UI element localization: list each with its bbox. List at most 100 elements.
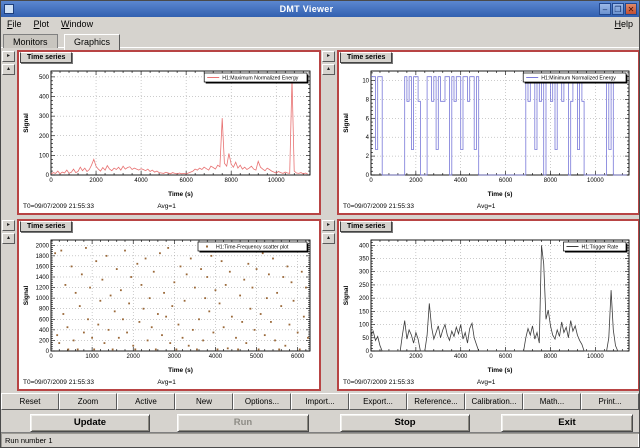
tab-monitors[interactable]: Monitors	[3, 34, 58, 48]
panel3-expand-up-icon[interactable]: ▴	[2, 233, 15, 244]
plot-panel-max-energy: Time series 0200040006000800010000010020…	[17, 50, 321, 215]
stop-button[interactable]: Stop	[340, 414, 470, 432]
math-button[interactable]: Math...	[523, 393, 581, 410]
new-button[interactable]: New	[175, 393, 233, 410]
active-button[interactable]: Active	[117, 393, 175, 410]
svg-text:H1:Minimum Normalized Energy: H1:Minimum Normalized Energy	[541, 76, 616, 82]
status-text: Run number 1	[5, 436, 53, 445]
options-button[interactable]: Options...	[233, 393, 291, 410]
svg-text:H1:Maximum Normalized Energy: H1:Maximum Normalized Energy	[222, 76, 299, 82]
panel3-t0: T0=09/07/2009 21:55:33	[23, 379, 94, 386]
svg-text:1800: 1800	[36, 254, 50, 260]
zoom-button[interactable]: Zoom	[59, 393, 117, 410]
plot-quadrant-3: ▸ ▴ Time series 010002000300040005000600…	[2, 219, 321, 391]
panel3-title-tab[interactable]: Time series	[20, 221, 72, 232]
panel1-title-tab[interactable]: Time series	[20, 52, 72, 63]
svg-text:4000: 4000	[209, 354, 223, 360]
svg-text:1000: 1000	[85, 354, 99, 360]
svg-text:H1:Time-Frequency scatter plot: H1:Time-Frequency scatter plot	[216, 245, 289, 251]
menu-plot[interactable]: Plot	[28, 19, 56, 29]
minimize-icon[interactable]: –	[599, 3, 611, 15]
svg-text:1000: 1000	[36, 296, 50, 302]
svg-text:2000: 2000	[409, 354, 423, 360]
svg-text:400: 400	[39, 328, 50, 334]
panel4-expand-right-icon[interactable]: ▸	[322, 220, 335, 231]
panel4-expand-up-icon[interactable]: ▴	[322, 233, 335, 244]
svg-text:8: 8	[366, 97, 370, 103]
svg-text:3000: 3000	[168, 354, 182, 360]
svg-text:Time (s): Time (s)	[168, 191, 193, 198]
svg-text:6000: 6000	[179, 178, 193, 184]
svg-text:Time (s): Time (s)	[488, 367, 513, 374]
plot-quadrant-2: ▸ ▴ Time series 020004000600080001000002…	[322, 50, 640, 215]
svg-text:2000: 2000	[89, 178, 103, 184]
maximize-icon[interactable]: ❐	[612, 3, 624, 15]
close-icon[interactable]: ✕	[625, 3, 637, 15]
menu-file[interactable]: File	[1, 19, 28, 29]
panel4-title-tab[interactable]: Time series	[340, 221, 392, 232]
chart-time-frequency-scatter[interactable]: 0100020003000400050006000020040060080010…	[21, 233, 317, 376]
reference-button[interactable]: Reference...	[407, 393, 465, 410]
svg-text:10: 10	[362, 78, 369, 84]
menubar: File Plot Window Help	[1, 17, 639, 31]
menu-window[interactable]: Window	[55, 19, 99, 29]
panel1-expand-right-icon[interactable]: ▸	[2, 51, 15, 62]
svg-text:1200: 1200	[36, 286, 50, 292]
statusbar: Run number 1	[1, 432, 639, 448]
svg-text:H1:Trigger Rate: H1:Trigger Rate	[582, 245, 619, 251]
svg-text:200: 200	[359, 296, 370, 302]
svg-text:4000: 4000	[134, 178, 148, 184]
svg-text:500: 500	[39, 75, 50, 81]
chart-max-normalized-energy[interactable]: 02000400060008000100000100200300400500H1…	[21, 64, 317, 200]
svg-text:Signal: Signal	[23, 286, 30, 306]
svg-text:350: 350	[359, 257, 370, 263]
export-button[interactable]: Export...	[349, 393, 407, 410]
print-button[interactable]: Print...	[581, 393, 639, 410]
svg-text:250: 250	[359, 283, 370, 289]
svg-text:1600: 1600	[36, 264, 50, 270]
panel4-footer: T0=09/07/2009 21:55:33 Avg=1	[343, 379, 634, 389]
run-button[interactable]: Run	[177, 414, 309, 432]
panel2-title-tab[interactable]: Time series	[340, 52, 392, 63]
import-button[interactable]: Import...	[291, 393, 349, 410]
svg-text:6: 6	[366, 116, 370, 122]
svg-text:100: 100	[39, 153, 50, 159]
panel2-expand-right-icon[interactable]: ▸	[322, 51, 335, 62]
svg-text:6000: 6000	[291, 354, 305, 360]
svg-text:Signal: Signal	[343, 286, 350, 306]
chart-min-normalized-energy[interactable]: 02000400060008000100000246810H1:Minimum …	[341, 64, 636, 200]
svg-text:150: 150	[359, 309, 370, 315]
plot-quadrant-4: ▸ ▴ Time series 020004000600080001000005…	[322, 219, 640, 391]
titlebar[interactable]: DMT Viewer – ❐ ✕	[1, 1, 639, 17]
svg-text:2: 2	[366, 154, 370, 160]
plot-panel-tf-scatter: Time series 0100020003000400050006000020…	[17, 219, 321, 391]
svg-text:8000: 8000	[224, 178, 238, 184]
svg-text:300: 300	[359, 270, 370, 276]
calibration-button[interactable]: Calibration...	[465, 393, 523, 410]
svg-text:8000: 8000	[544, 354, 558, 360]
svg-text:Time (s): Time (s)	[168, 367, 193, 374]
panel2-expand-up-icon[interactable]: ▴	[322, 64, 335, 75]
svg-text:50: 50	[362, 336, 369, 342]
svg-text:1400: 1400	[36, 275, 50, 281]
svg-text:5000: 5000	[250, 354, 264, 360]
svg-text:10000: 10000	[587, 354, 604, 360]
tab-graphics[interactable]: Graphics	[64, 34, 120, 50]
tabbar: Monitors Graphics	[1, 31, 639, 48]
reset-button[interactable]: Reset	[1, 393, 59, 410]
update-button[interactable]: Update	[30, 414, 150, 432]
exit-button[interactable]: Exit	[501, 414, 633, 432]
chart-trigger-rate[interactable]: 0200040006000800010000050100150200250300…	[341, 233, 636, 376]
svg-text:200: 200	[39, 338, 50, 344]
toolbar: Reset Zoom Active New Options... Import.…	[1, 393, 639, 410]
panel1-avg: Avg=1	[157, 203, 176, 210]
svg-text:0: 0	[369, 354, 373, 360]
panel3-expand-right-icon[interactable]: ▸	[2, 220, 15, 231]
panel2-t0: T0=09/07/2009 21:55:33	[343, 203, 414, 210]
svg-text:6000: 6000	[499, 178, 513, 184]
svg-text:8000: 8000	[544, 178, 558, 184]
menu-help[interactable]: Help	[608, 19, 639, 29]
panel1-expand-up-icon[interactable]: ▴	[2, 64, 15, 75]
svg-text:10000: 10000	[268, 178, 285, 184]
svg-text:2000: 2000	[36, 243, 50, 249]
